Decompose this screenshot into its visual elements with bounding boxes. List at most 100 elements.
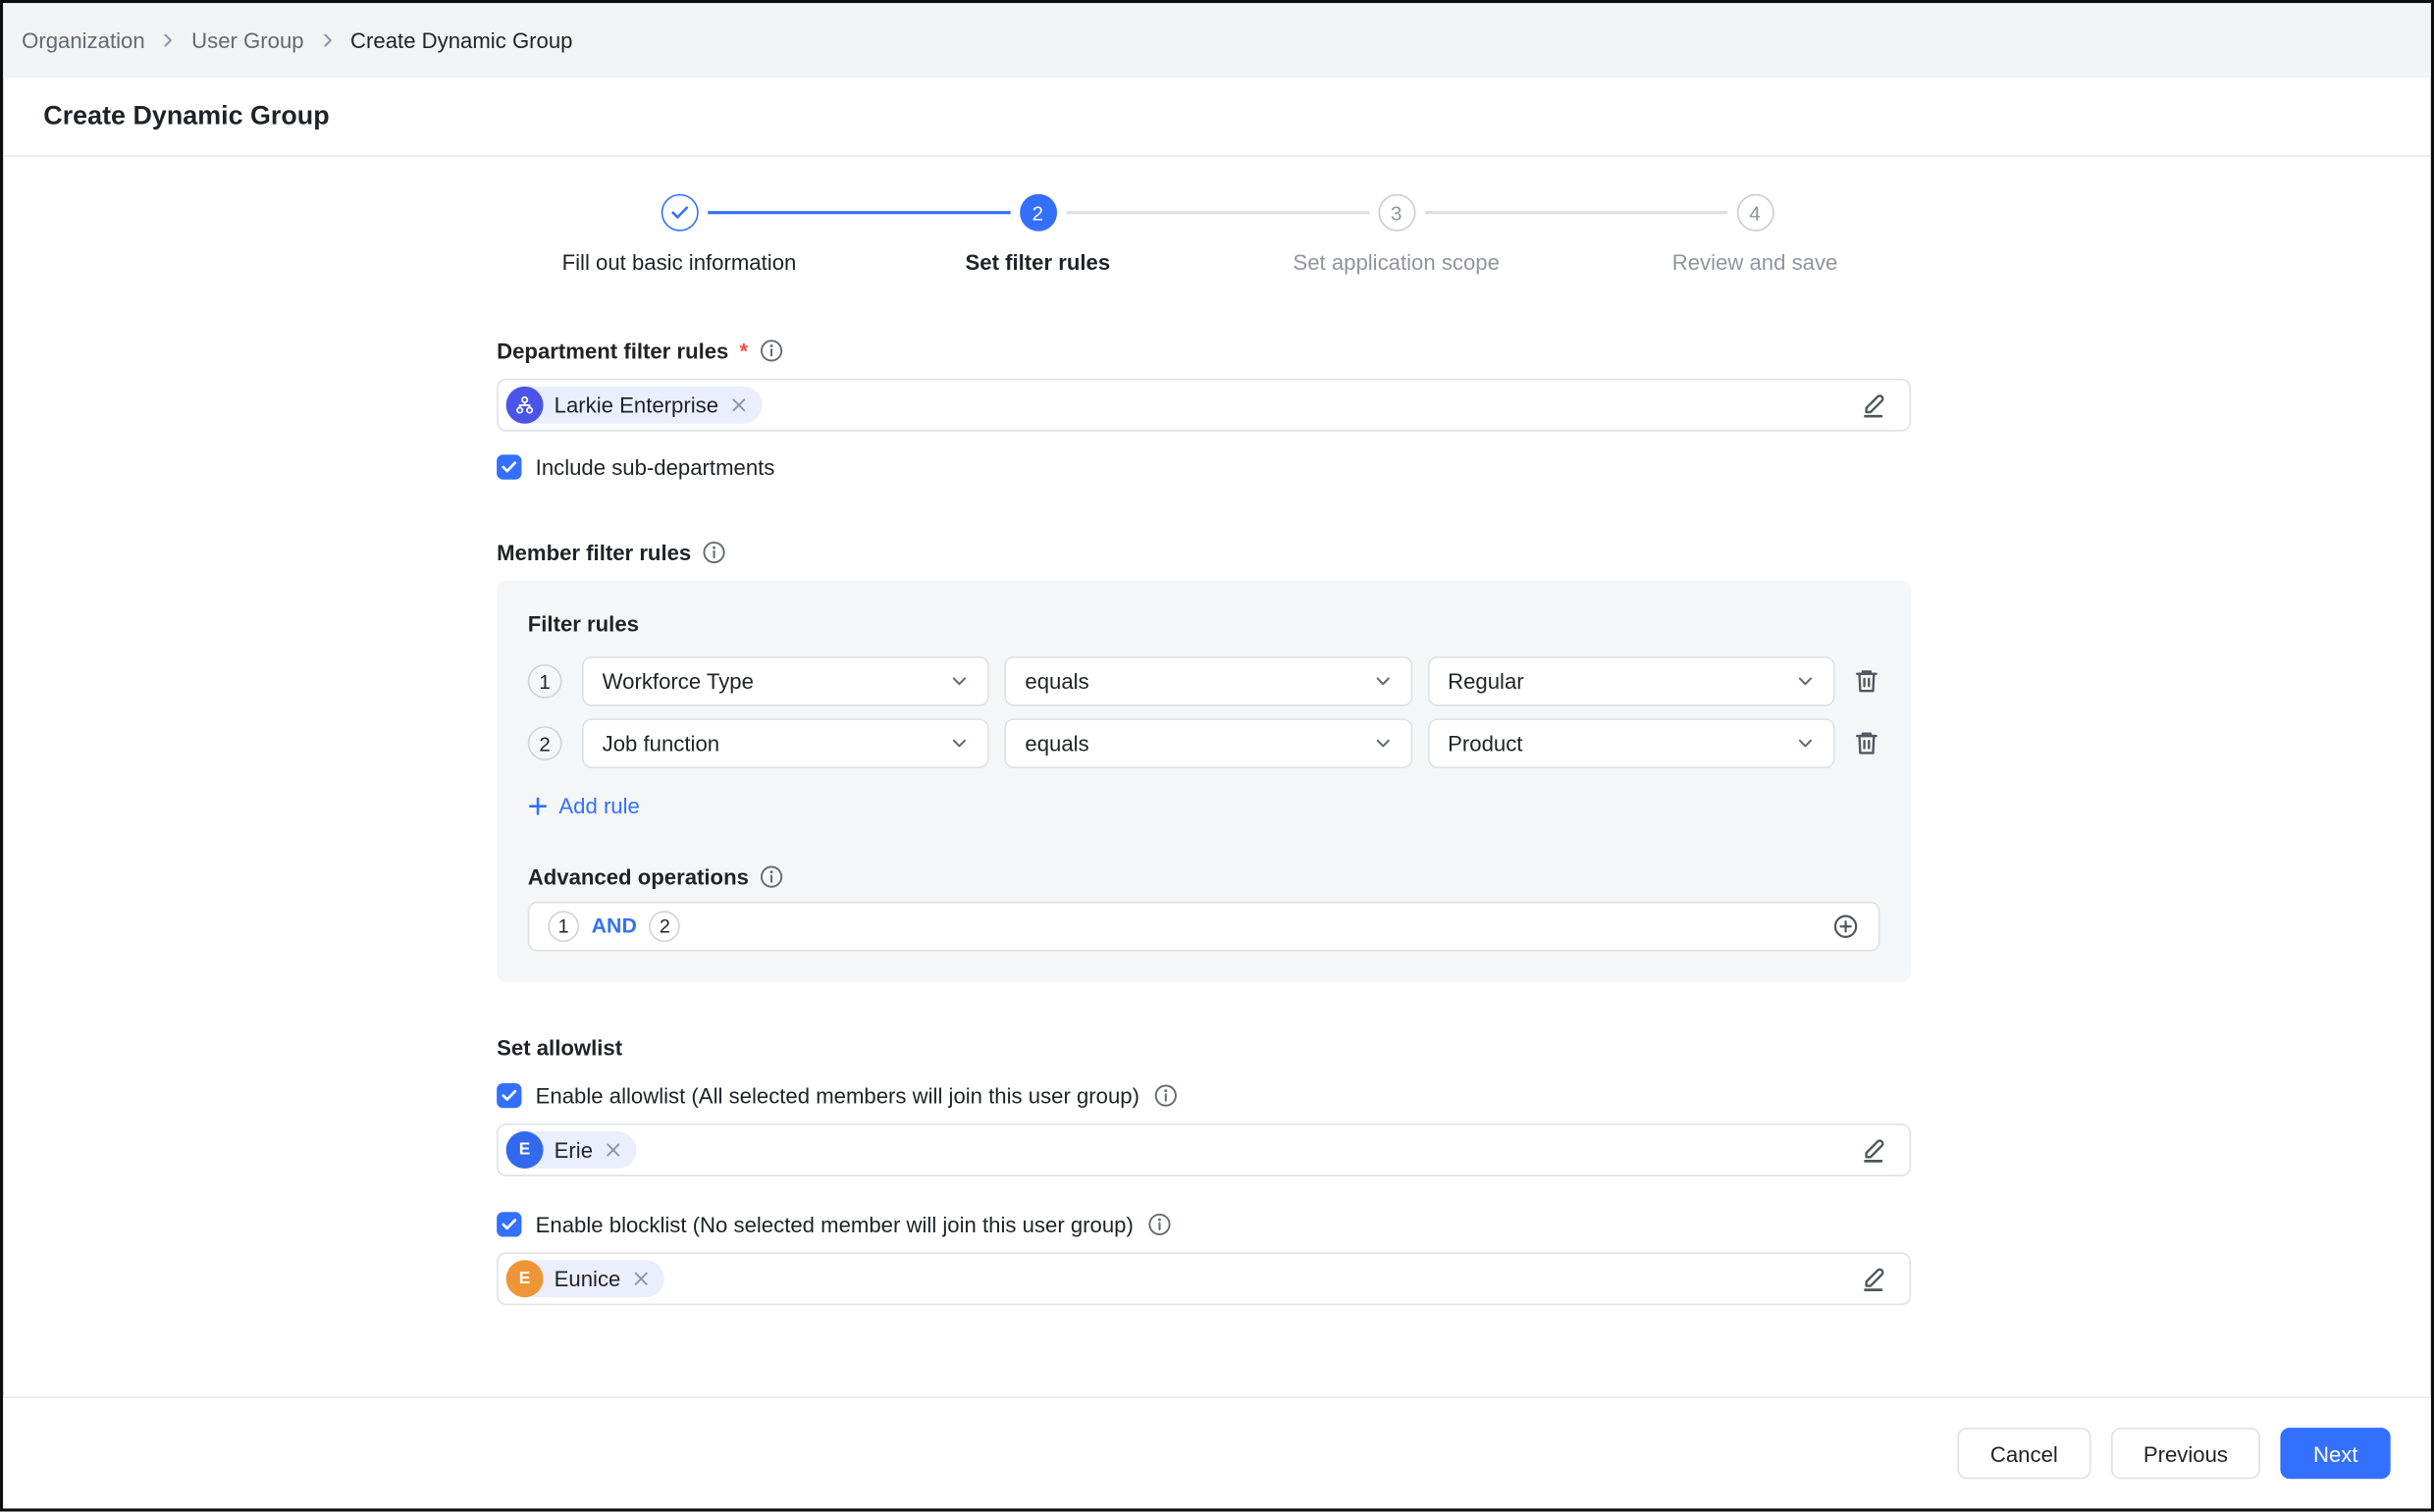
chevron-down-icon bbox=[950, 672, 969, 691]
enable-blocklist-checkbox[interactable] bbox=[497, 1211, 521, 1235]
add-rule-button[interactable]: Add rule bbox=[528, 793, 640, 817]
step-4-label: Review and save bbox=[1672, 250, 1838, 275]
enable-blocklist-row: Enable blocklist (No selected member wil… bbox=[497, 1211, 1911, 1235]
avatar: E bbox=[506, 1259, 544, 1296]
filter-rules-panel: Filter rules 1 Workforce Type equals Re bbox=[497, 581, 1911, 982]
wizard-footer: Cancel Previous Next bbox=[3, 1396, 2431, 1508]
add-rule-label: Add rule bbox=[558, 793, 639, 817]
avatar: E bbox=[506, 1130, 544, 1168]
advanced-operations-expression: 1 AND 2 bbox=[528, 901, 1880, 951]
member-filter-rules-text: Member filter rules bbox=[497, 540, 691, 564]
rule-2-index: 2 bbox=[528, 726, 562, 760]
page-title: Create Dynamic Group bbox=[43, 101, 329, 132]
allowlist-member-tag: E Erie bbox=[506, 1130, 637, 1168]
enable-allowlist-label: Enable allowlist (All selected members w… bbox=[536, 1082, 1139, 1107]
allowlist-member-name: Erie bbox=[555, 1137, 593, 1162]
rule-1-operator-select[interactable]: equals bbox=[1005, 656, 1412, 706]
step-set-application-scope: 3 Set application scope bbox=[1217, 194, 1575, 275]
rule-2-operator-select[interactable]: equals bbox=[1005, 718, 1412, 768]
operand-1-chip: 1 bbox=[548, 911, 579, 942]
rule-2-operator-value: equals bbox=[1025, 731, 1088, 756]
info-icon[interactable] bbox=[759, 339, 783, 363]
rule-2-value: Product bbox=[1448, 731, 1522, 756]
chevron-right-icon bbox=[159, 31, 178, 50]
chevron-down-icon bbox=[950, 734, 969, 753]
delete-rule-icon[interactable] bbox=[1853, 729, 1879, 756]
info-icon[interactable] bbox=[760, 863, 784, 888]
edit-pencil-icon[interactable] bbox=[1860, 1135, 1887, 1163]
step-set-filter-rules[interactable]: 2 Set filter rules bbox=[859, 194, 1217, 275]
step-basic-information[interactable]: Fill out basic information bbox=[500, 194, 858, 275]
step-2-label: Set filter rules bbox=[965, 250, 1110, 275]
breadcrumb-current: Create Dynamic Group bbox=[350, 27, 572, 52]
rule-1-field-select[interactable]: Workforce Type bbox=[582, 656, 989, 706]
breadcrumb: Organization User Group Create Dynamic G… bbox=[3, 3, 2431, 78]
enable-blocklist-label: Enable blocklist (No selected member wil… bbox=[536, 1211, 1134, 1235]
blocklist-member-tag: E Eunice bbox=[506, 1259, 664, 1296]
rule-2-field-value: Job function bbox=[603, 731, 719, 756]
info-icon[interactable] bbox=[1153, 1082, 1178, 1107]
rule-1-index: 1 bbox=[528, 664, 562, 699]
chevron-down-icon bbox=[1796, 734, 1815, 753]
allowlist-member-input[interactable]: E Erie bbox=[497, 1122, 1911, 1175]
include-sub-departments-checkbox[interactable] bbox=[497, 454, 521, 479]
rule-1-value: Regular bbox=[1448, 669, 1524, 694]
info-icon[interactable] bbox=[702, 540, 726, 564]
breadcrumb-organization[interactable]: Organization bbox=[22, 27, 145, 52]
operand-2-chip: 2 bbox=[650, 911, 681, 942]
department-tag: Larkie Enterprise bbox=[506, 387, 763, 424]
edit-pencil-icon[interactable] bbox=[1860, 1264, 1887, 1291]
filter-rule-row-2: 2 Job function equals Product bbox=[528, 718, 1880, 768]
check-icon bbox=[669, 205, 688, 221]
enable-allowlist-checkbox[interactable] bbox=[497, 1082, 521, 1107]
advanced-operations-label: Advanced operations bbox=[528, 863, 1880, 888]
add-operation-icon[interactable] bbox=[1831, 912, 1859, 939]
breadcrumb-user-group[interactable]: User Group bbox=[191, 27, 303, 52]
and-operator[interactable]: AND bbox=[592, 914, 637, 938]
remove-tag-icon[interactable] bbox=[729, 395, 748, 414]
org-structure-icon bbox=[506, 387, 544, 424]
title-bar: Create Dynamic Group bbox=[3, 78, 2431, 157]
step-1-label: Fill out basic information bbox=[562, 250, 797, 275]
rule-2-field-select[interactable]: Job function bbox=[582, 718, 989, 768]
rule-1-value-select[interactable]: Regular bbox=[1428, 656, 1835, 706]
next-button[interactable]: Next bbox=[2281, 1428, 2391, 1479]
filter-rules-panel-title: Filter rules bbox=[528, 611, 1880, 636]
advanced-operations-text: Advanced operations bbox=[528, 863, 749, 888]
member-filter-rules-label: Member filter rules bbox=[497, 540, 1911, 564]
delete-rule-icon[interactable] bbox=[1853, 667, 1879, 695]
step-1-check-circle bbox=[661, 194, 698, 232]
blocklist-member-input[interactable]: E Eunice bbox=[497, 1252, 1911, 1305]
department-filter-rules-label: Department filter rules * bbox=[497, 339, 1911, 363]
remove-tag-icon[interactable] bbox=[604, 1140, 622, 1159]
filter-rules-form: Department filter rules * Larkie Enterpri… bbox=[497, 339, 1911, 1305]
department-selector-input[interactable]: Larkie Enterprise bbox=[497, 379, 1911, 432]
chevron-down-icon bbox=[1796, 672, 1815, 691]
step-2-number-circle: 2 bbox=[1019, 194, 1056, 232]
create-dynamic-group-window: Organization User Group Create Dynamic G… bbox=[0, 0, 2434, 1512]
step-review-and-save: 4 Review and save bbox=[1575, 194, 1933, 275]
set-allowlist-heading: Set allowlist bbox=[497, 1034, 1911, 1059]
plus-icon bbox=[528, 796, 549, 816]
remove-tag-icon[interactable] bbox=[631, 1269, 650, 1287]
wizard-stepper: Fill out basic information 2 Set filter … bbox=[500, 194, 1933, 275]
chevron-right-icon bbox=[318, 31, 337, 50]
rule-1-operator-value: equals bbox=[1025, 669, 1088, 694]
info-icon[interactable] bbox=[1147, 1211, 1172, 1235]
rule-2-value-select[interactable]: Product bbox=[1428, 718, 1835, 768]
required-asterisk: * bbox=[739, 339, 748, 363]
blocklist-member-name: Eunice bbox=[555, 1266, 621, 1290]
edit-pencil-icon[interactable] bbox=[1860, 391, 1887, 419]
previous-button[interactable]: Previous bbox=[2111, 1428, 2261, 1479]
include-sub-departments-label: Include sub-departments bbox=[536, 454, 775, 479]
chevron-down-icon bbox=[1373, 734, 1392, 753]
enable-allowlist-row: Enable allowlist (All selected members w… bbox=[497, 1082, 1911, 1107]
chevron-down-icon bbox=[1373, 672, 1392, 691]
filter-rule-row-1: 1 Workforce Type equals Regular bbox=[528, 656, 1880, 706]
step-3-number-circle: 3 bbox=[1378, 194, 1415, 232]
include-sub-departments-row: Include sub-departments bbox=[497, 454, 1911, 479]
department-filter-rules-text: Department filter rules bbox=[497, 339, 728, 363]
department-tag-name: Larkie Enterprise bbox=[555, 392, 718, 417]
step-3-label: Set application scope bbox=[1293, 250, 1500, 275]
cancel-button[interactable]: Cancel bbox=[1958, 1428, 2090, 1479]
